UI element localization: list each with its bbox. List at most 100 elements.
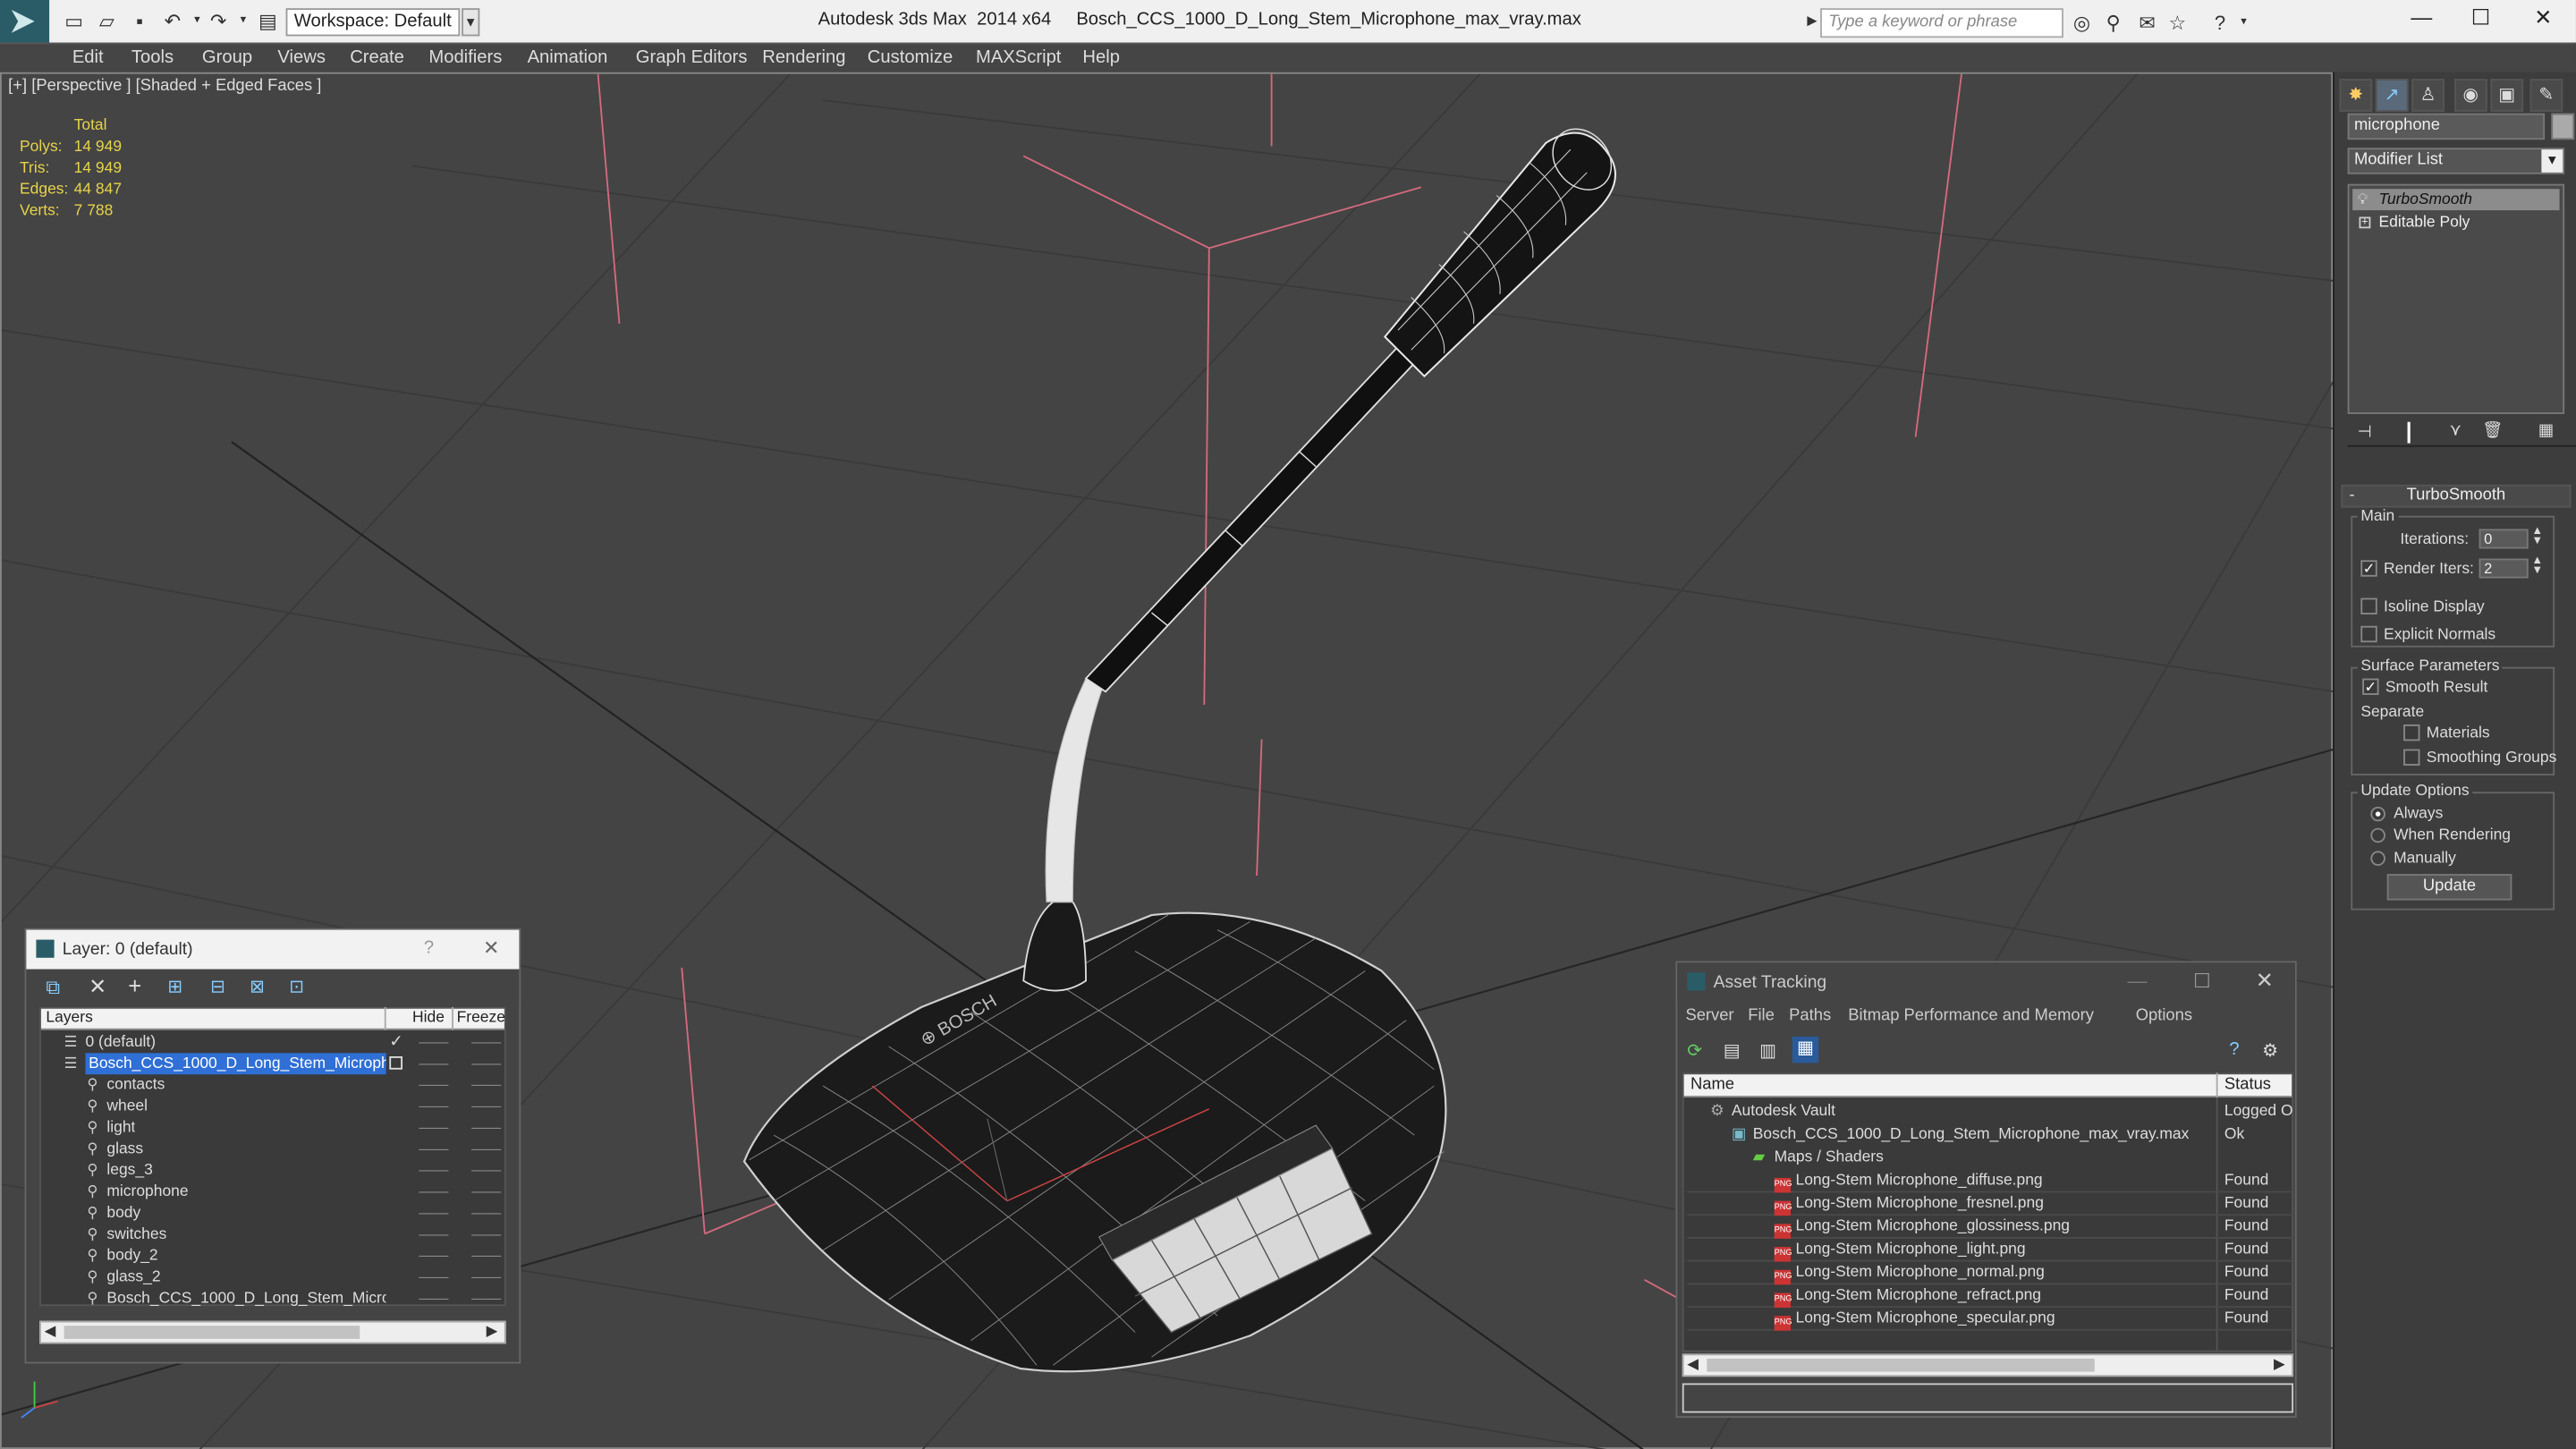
layer-row[interactable]: ⚲ contacts —— —— — [45, 1074, 504, 1096]
object-color-swatch[interactable] — [2551, 113, 2575, 140]
materials-checkbox[interactable] — [2403, 724, 2420, 741]
communication-icon[interactable]: ✉ — [2139, 12, 2155, 35]
layer-window-titlebar[interactable]: Layer: 0 (default) ? ✕ — [26, 929, 520, 970]
modifier-list-arrow-icon[interactable]: ▼ — [2541, 149, 2563, 173]
lightbulb-icon[interactable]: 💡︎ — [2358, 189, 2368, 210]
freeze-toggle[interactable]: —— — [471, 1224, 501, 1245]
asset-row[interactable]: ▰ Maps / Shaders — [1687, 1147, 2295, 1170]
asset-window-titlebar[interactable]: Asset Tracking — ☐ ✕ — [1677, 962, 2295, 1003]
freeze-toggle[interactable]: —— — [471, 1245, 501, 1267]
hierarchy-tab-icon[interactable]: ♙ — [2411, 79, 2445, 112]
asset-row[interactable]: PNG Long-Stem Microphone_fresnel.png Found — [1687, 1192, 2295, 1216]
table-view-icon[interactable]: ▦ — [1792, 1036, 1819, 1063]
layer-row[interactable]: ⚲ microphone —— —— — [45, 1182, 504, 1203]
stack-item-editable-poly[interactable]: + Editable Poly — [2352, 212, 2559, 233]
manually-radio[interactable] — [2370, 851, 2385, 866]
asset-row[interactable]: PNG Long-Stem Microphone_light.png Found — [1687, 1239, 2295, 1262]
col-layers[interactable]: Layers — [46, 1009, 92, 1027]
asset-settings-icon[interactable]: ⚙ — [2262, 1040, 2278, 1061]
asset-horizontal-scrollbar[interactable]: ◀ ▶ — [1682, 1353, 2294, 1377]
pin-stack-icon[interactable]: ⊣ — [2358, 424, 2372, 442]
hide-toggle[interactable]: —— — [419, 1074, 448, 1096]
render-iters-spinner-arrows-icon[interactable]: ▲ ▼ — [2531, 555, 2543, 577]
undo-icon[interactable]: ↶ — [161, 10, 184, 33]
binoculars-icon[interactable]: ◎ — [2073, 12, 2090, 35]
collapse-icon[interactable]: - — [2349, 487, 2354, 504]
render-iters-spinner[interactable]: 2 — [2479, 558, 2529, 579]
project-folder-icon[interactable]: ▤ — [257, 10, 280, 33]
hide-unhide-all-icon[interactable]: ⊠ — [250, 976, 265, 997]
redo-dropdown-icon[interactable]: ▾ — [232, 10, 255, 33]
create-tab-icon[interactable]: ✸ — [2339, 79, 2373, 112]
menu-customize[interactable]: Customize — [868, 45, 953, 74]
iterations-spinner[interactable]: 0 — [2479, 529, 2529, 549]
make-unique-icon[interactable]: ⋎ — [2450, 422, 2462, 440]
help-icon[interactable]: ? — [2215, 12, 2225, 35]
create-layer-icon[interactable]: ⧉ — [46, 976, 60, 1001]
current-layer-check-icon[interactable]: ✓ — [389, 1031, 402, 1053]
iterations-spinner-arrows-icon[interactable]: ▲ ▼ — [2531, 526, 2543, 547]
help-dropdown-icon[interactable]: ▾ — [2241, 15, 2246, 28]
menu-modifiers[interactable]: Modifiers — [428, 45, 502, 74]
search-input[interactable]: Type a keyword or phrase — [1820, 8, 2063, 38]
layer-row[interactable]: ☰ Bosch_CCS_1000_D_Long_Stem_Microphone ——… — [45, 1053, 504, 1075]
turbosmooth-rollout-header[interactable]: - TurboSmooth — [2341, 484, 2572, 508]
current-layer-box-icon[interactable] — [389, 1055, 402, 1070]
hide-toggle[interactable]: —— — [419, 1245, 448, 1267]
asset-row[interactable]: PNG Long-Stem Microphone_refract.png Found — [1687, 1284, 2295, 1309]
always-radio[interactable] — [2370, 806, 2385, 822]
col-freeze[interactable]: Freeze — [457, 1009, 505, 1027]
when-rendering-radio[interactable] — [2370, 827, 2385, 843]
undo-dropdown-icon[interactable]: ▾ — [186, 10, 209, 33]
freeze-toggle[interactable]: —— — [471, 1267, 501, 1288]
freeze-toggle[interactable]: —— — [471, 1202, 501, 1224]
viewport-label[interactable]: [+] [Perspective ] [Shaded + Edged Faces… — [8, 77, 321, 95]
col-hide[interactable]: Hide — [412, 1009, 445, 1027]
menu-group[interactable]: Group — [202, 45, 252, 74]
asset-menu-paths[interactable]: Paths — [1789, 1007, 1831, 1025]
freeze-toggle[interactable]: —— — [471, 1139, 501, 1160]
freeze-toggle[interactable]: —— — [471, 1096, 501, 1117]
new-file-icon[interactable]: ▭ — [63, 10, 86, 33]
object-name-field[interactable]: microphone — [2347, 113, 2546, 140]
layer-row[interactable]: ⚲ body —— —— — [45, 1202, 504, 1224]
layer-row[interactable]: ⚲ switches —— —— — [45, 1224, 504, 1245]
menu-animation[interactable]: Animation — [528, 45, 608, 74]
render-iters-checkbox[interactable]: ✓ — [2360, 560, 2377, 577]
asset-menu-bitmap[interactable]: Bitmap Performance and Memory — [1848, 1007, 2094, 1025]
layer-row[interactable]: ⚲ glass —— —— — [45, 1139, 504, 1160]
asset-menu-server[interactable]: Server — [1685, 1007, 1733, 1025]
asset-minimize-button[interactable]: — — [2128, 970, 2148, 993]
add-to-layer-icon[interactable]: + — [128, 972, 141, 998]
subscription-icon[interactable]: ⚲ — [2106, 12, 2121, 35]
freeze-toggle[interactable]: —— — [471, 1182, 501, 1203]
hide-toggle[interactable]: —— — [419, 1117, 448, 1139]
asset-maximize-button[interactable]: ☐ — [2193, 970, 2211, 993]
smoothing-groups-checkbox[interactable] — [2403, 749, 2420, 766]
select-objects-in-layer-icon[interactable]: ⊞ — [167, 976, 182, 997]
layer-close-button[interactable]: ✕ — [483, 936, 499, 960]
motion-tab-icon[interactable]: ◉ — [2454, 79, 2487, 112]
hide-toggle[interactable]: —— — [419, 1139, 448, 1160]
scroll-left-icon[interactable]: ◀ — [45, 1323, 56, 1341]
col-status[interactable]: Status — [2224, 1076, 2271, 1094]
asset-help-icon[interactable]: ? — [2229, 1040, 2239, 1060]
hide-toggle[interactable]: —— — [419, 1202, 448, 1224]
list-view-icon[interactable]: ▤ — [1724, 1040, 1741, 1061]
explicit-normals-checkbox[interactable] — [2360, 625, 2377, 643]
expand-icon[interactable]: + — [2359, 216, 2371, 229]
search-expand-icon[interactable]: ▶ — [1807, 13, 1817, 29]
menu-graph-editors[interactable]: Graph Editors — [636, 45, 748, 74]
hide-toggle[interactable]: —— — [419, 1267, 448, 1288]
menu-help[interactable]: Help — [1082, 45, 1120, 74]
col-name[interactable]: Name — [1690, 1076, 1734, 1094]
scroll-right-icon[interactable]: ▶ — [2274, 1355, 2285, 1373]
configure-sets-icon[interactable]: ▦ — [2538, 422, 2554, 440]
smooth-result-checkbox[interactable]: ✓ — [2362, 678, 2379, 695]
maximize-button[interactable]: ☐ — [2451, 5, 2510, 35]
freeze-toggle[interactable]: —— — [471, 1053, 501, 1074]
hide-toggle[interactable]: —— — [419, 1160, 448, 1182]
menu-edit[interactable]: Edit — [72, 45, 104, 74]
display-tab-icon[interactable]: ▣ — [2490, 79, 2524, 112]
save-icon[interactable]: ▪ — [128, 10, 151, 33]
